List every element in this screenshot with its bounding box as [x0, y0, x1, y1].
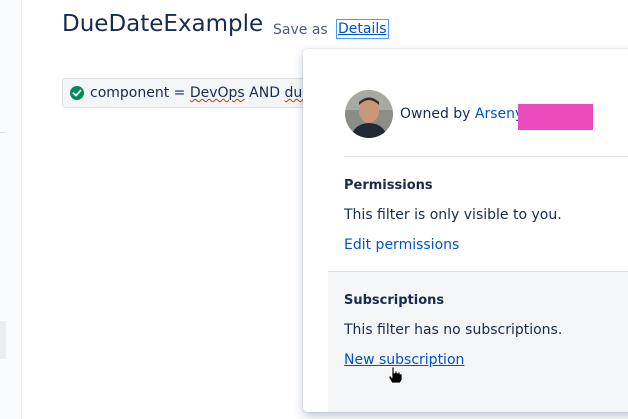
subscriptions-text: This filter has no subscriptions. — [344, 322, 563, 338]
subscriptions-title: Subscriptions — [344, 293, 445, 308]
owner-name-link[interactable]: Arseny — [475, 106, 523, 122]
permissions-text: This filter is only visible to you. — [344, 207, 562, 223]
owner-avatar — [345, 90, 393, 138]
rail-divider — [0, 132, 6, 133]
jql-query-text[interactable]: component = DevOps AND dueda — [90, 85, 328, 101]
permissions-title: Permissions — [344, 178, 433, 193]
check-circle-icon — [70, 86, 84, 100]
save-as-button[interactable]: Save as — [273, 22, 328, 38]
details-link[interactable]: Details — [336, 19, 389, 39]
filter-details-popup: Owned by Arseny Permissions This filter … — [303, 49, 628, 412]
edit-permissions-link[interactable]: Edit permissions — [344, 237, 459, 253]
owner-line: Owned by Arseny — [400, 106, 523, 122]
jql-operator: AND — [244, 85, 285, 101]
hand-cursor-icon — [388, 366, 403, 384]
jql-project-value: DevOps — [189, 85, 245, 101]
jql-query-bar[interactable]: component = DevOps AND dueda — [62, 78, 332, 108]
left-sidebar-rail — [0, 0, 22, 419]
subscriptions-section: Subscriptions This filter has no subscri… — [328, 271, 628, 412]
new-subscription-link[interactable]: New subscription — [344, 352, 464, 368]
rail-collapsed-item[interactable] — [0, 321, 6, 359]
owner-prefix: Owned by — [400, 106, 475, 122]
page-title: DueDateExample — [62, 11, 264, 37]
jql-prefix: component = — [90, 85, 190, 101]
owner-divider — [344, 156, 628, 157]
redacted-block — [518, 104, 593, 130]
